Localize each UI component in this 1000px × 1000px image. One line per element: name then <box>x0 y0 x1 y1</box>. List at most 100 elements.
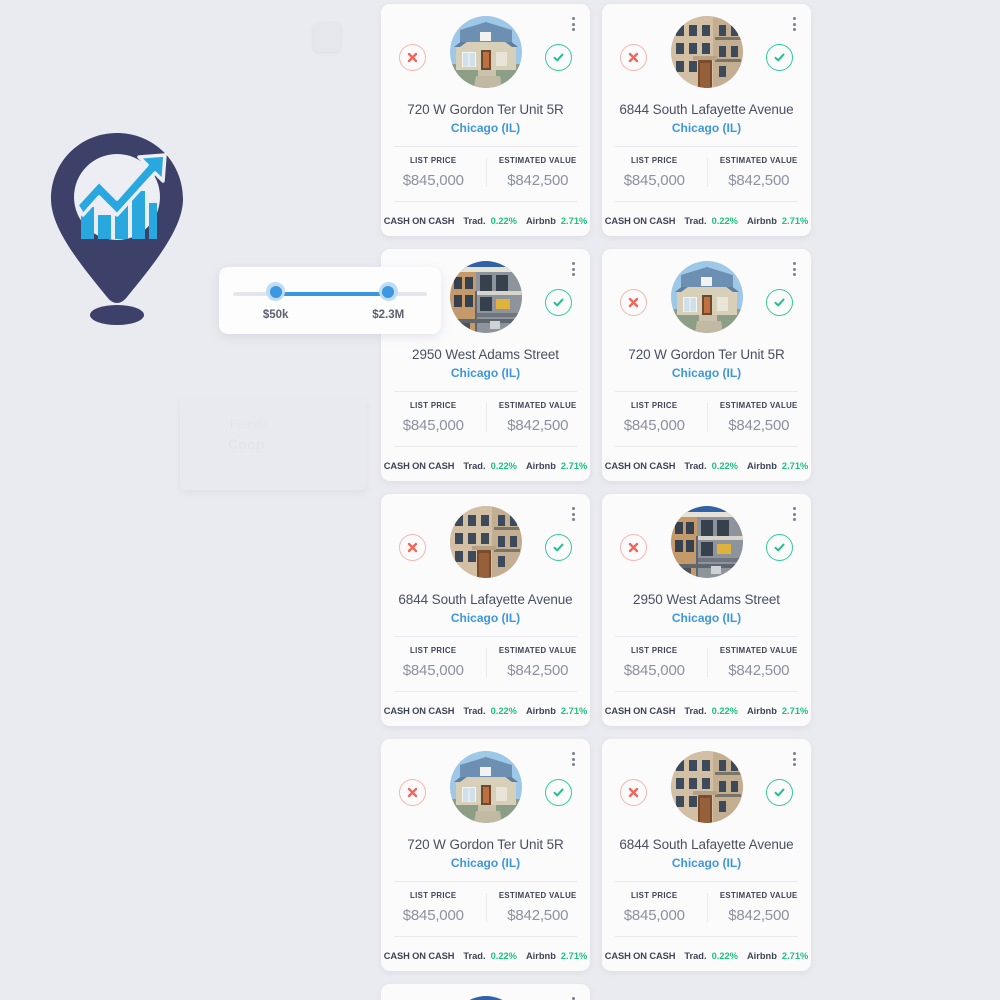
estimated-value-value: $842,500 <box>507 417 569 434</box>
metric-list-price: LIST PRICE $845,000 <box>602 646 707 679</box>
property-card[interactable]: 6844 South Lafayette Avenue Chicago (IL)… <box>602 4 811 236</box>
property-thumbnail <box>449 751 522 823</box>
property-thumbnail <box>449 506 522 578</box>
list-price-label: LIST PRICE <box>410 156 457 165</box>
traditional-value: 0.22% <box>490 216 517 226</box>
property-city[interactable]: Chicago (IL) <box>381 366 590 380</box>
list-price-label: LIST PRICE <box>631 156 678 165</box>
property-city[interactable]: Chicago (IL) <box>602 121 811 135</box>
mashvisor-logo-pin-icon <box>47 129 187 327</box>
property-thumbnail <box>449 261 522 333</box>
airbnb-label: Airbnb <box>525 216 556 226</box>
cash-on-cash-label: CASH ON CASH <box>383 216 455 226</box>
property-address: 2950 West Adams Street <box>412 347 559 362</box>
property-card[interactable]: 720 W Gordon Ter Unit 5R Chicago (IL) LI… <box>381 739 590 971</box>
estimated-value-label: ESTIMATED VALUE <box>719 646 798 655</box>
estimated-value-label: ESTIMATED VALUE <box>719 156 798 165</box>
traditional-label: Trad. <box>684 951 707 961</box>
property-city[interactable]: Chicago (IL) <box>602 856 811 870</box>
list-price-value: $845,000 <box>623 907 685 924</box>
traditional-value: 0.22% <box>490 951 517 961</box>
property-card[interactable]: 720 W Gordon Ter Unit 5R Chicago (IL) LI… <box>381 4 590 236</box>
property-city[interactable]: Chicago (IL) <box>381 856 590 870</box>
metric-list-price: LIST PRICE $845,000 <box>381 891 486 924</box>
reject-property-button[interactable] <box>620 779 647 806</box>
ghost-filter-chip <box>313 22 341 52</box>
property-card[interactable]: 720 W Gordon Ter Unit 5R Chicago (IL) LI… <box>602 249 811 481</box>
property-city[interactable]: Chicago (IL) <box>381 121 590 135</box>
traditional-value: 0.22% <box>711 951 738 961</box>
slider-track-area[interactable] <box>233 282 427 301</box>
save-property-button[interactable] <box>766 44 793 71</box>
reject-property-button[interactable] <box>620 289 647 316</box>
property-card[interactable]: 6844 South Lafayette Avenue Chicago (IL)… <box>381 494 590 726</box>
property-address: 6844 South Lafayette Avenue <box>398 592 573 607</box>
traditional-label: Trad. <box>684 216 707 226</box>
divider <box>394 391 577 392</box>
property-city[interactable]: Chicago (IL) <box>602 366 811 380</box>
divider <box>394 691 577 692</box>
estimated-value-label: ESTIMATED VALUE <box>719 401 798 410</box>
metric-estimated-value: ESTIMATED VALUE $842,500 <box>706 891 812 924</box>
reject-property-button[interactable] <box>620 534 647 561</box>
price-range-slider-panel[interactable]: $50k $2.3M <box>219 267 441 334</box>
cash-on-cash-label: CASH ON CASH <box>383 951 455 961</box>
property-address: 6844 South Lafayette Avenue <box>619 837 794 852</box>
reject-property-button[interactable] <box>620 44 647 71</box>
cash-on-cash-row: CASH ON CASH Trad. 0.22% Airbnb 2.71% <box>602 216 811 226</box>
save-property-button[interactable] <box>766 289 793 316</box>
traditional-value: 0.22% <box>711 461 738 471</box>
property-card[interactable]: 2950 West Adams Street Chicago (IL) LIST… <box>602 494 811 726</box>
slider-max-label: $2.3M <box>372 309 405 321</box>
list-price-label: LIST PRICE <box>410 646 457 655</box>
airbnb-value: 2.71% <box>560 706 588 716</box>
card-header <box>602 249 811 345</box>
airbnb-value: 2.71% <box>781 216 809 226</box>
estimated-value-value: $842,500 <box>507 662 569 679</box>
save-property-button[interactable] <box>545 779 572 806</box>
metric-estimated-value: ESTIMATED VALUE $842,500 <box>485 646 591 679</box>
cash-on-cash-row: CASH ON CASH Trad. 0.22% Airbnb 2.71% <box>381 216 590 226</box>
property-metrics: LIST PRICE $845,000 ESTIMATED VALUE $842… <box>381 401 590 434</box>
divider <box>394 201 577 202</box>
traditional-label: Trad. <box>463 951 486 961</box>
save-property-button[interactable] <box>545 44 572 71</box>
metric-list-price: LIST PRICE $845,000 <box>602 401 707 434</box>
ghost-filter-panel <box>180 398 366 490</box>
save-property-button[interactable] <box>766 534 793 561</box>
property-metrics: LIST PRICE $845,000 ESTIMATED VALUE $842… <box>602 401 811 434</box>
traditional-value: 0.22% <box>490 706 517 716</box>
slider-handle-min[interactable] <box>266 282 286 301</box>
divider <box>615 936 798 937</box>
traditional-value: 0.22% <box>711 216 738 226</box>
property-card[interactable]: 2950 West Adams Street Chicago (IL) LIST… <box>381 984 590 1000</box>
card-header <box>602 739 811 835</box>
divider <box>394 881 577 882</box>
card-header <box>381 494 590 590</box>
property-city[interactable]: Chicago (IL) <box>602 611 811 625</box>
save-property-button[interactable] <box>545 289 572 316</box>
property-address: 720 W Gordon Ter Unit 5R <box>407 102 564 117</box>
traditional-label: Trad. <box>463 216 486 226</box>
reject-property-button[interactable] <box>399 534 426 561</box>
traditional-label: Trad. <box>463 461 486 471</box>
estimated-value-label: ESTIMATED VALUE <box>719 891 798 900</box>
reject-property-button[interactable] <box>399 779 426 806</box>
estimated-value-value: $842,500 <box>728 417 790 434</box>
metric-list-price: LIST PRICE $845,000 <box>381 401 486 434</box>
save-property-button[interactable] <box>766 779 793 806</box>
estimated-value-label: ESTIMATED VALUE <box>498 156 577 165</box>
airbnb-value: 2.71% <box>560 216 588 226</box>
list-price-label: LIST PRICE <box>631 401 678 410</box>
slider-handle-max[interactable] <box>378 282 398 301</box>
divider <box>615 691 798 692</box>
cash-on-cash-row: CASH ON CASH Trad. 0.22% Airbnb 2.71% <box>381 951 590 961</box>
property-metrics: LIST PRICE $845,000 ESTIMATED VALUE $842… <box>381 891 590 924</box>
property-card[interactable]: 6844 South Lafayette Avenue Chicago (IL)… <box>602 739 811 971</box>
save-property-button[interactable] <box>545 534 572 561</box>
reject-property-button[interactable] <box>399 44 426 71</box>
list-price-label: LIST PRICE <box>631 646 678 655</box>
property-thumbnail <box>670 261 743 333</box>
property-city[interactable]: Chicago (IL) <box>381 611 590 625</box>
estimated-value-value: $842,500 <box>728 662 790 679</box>
